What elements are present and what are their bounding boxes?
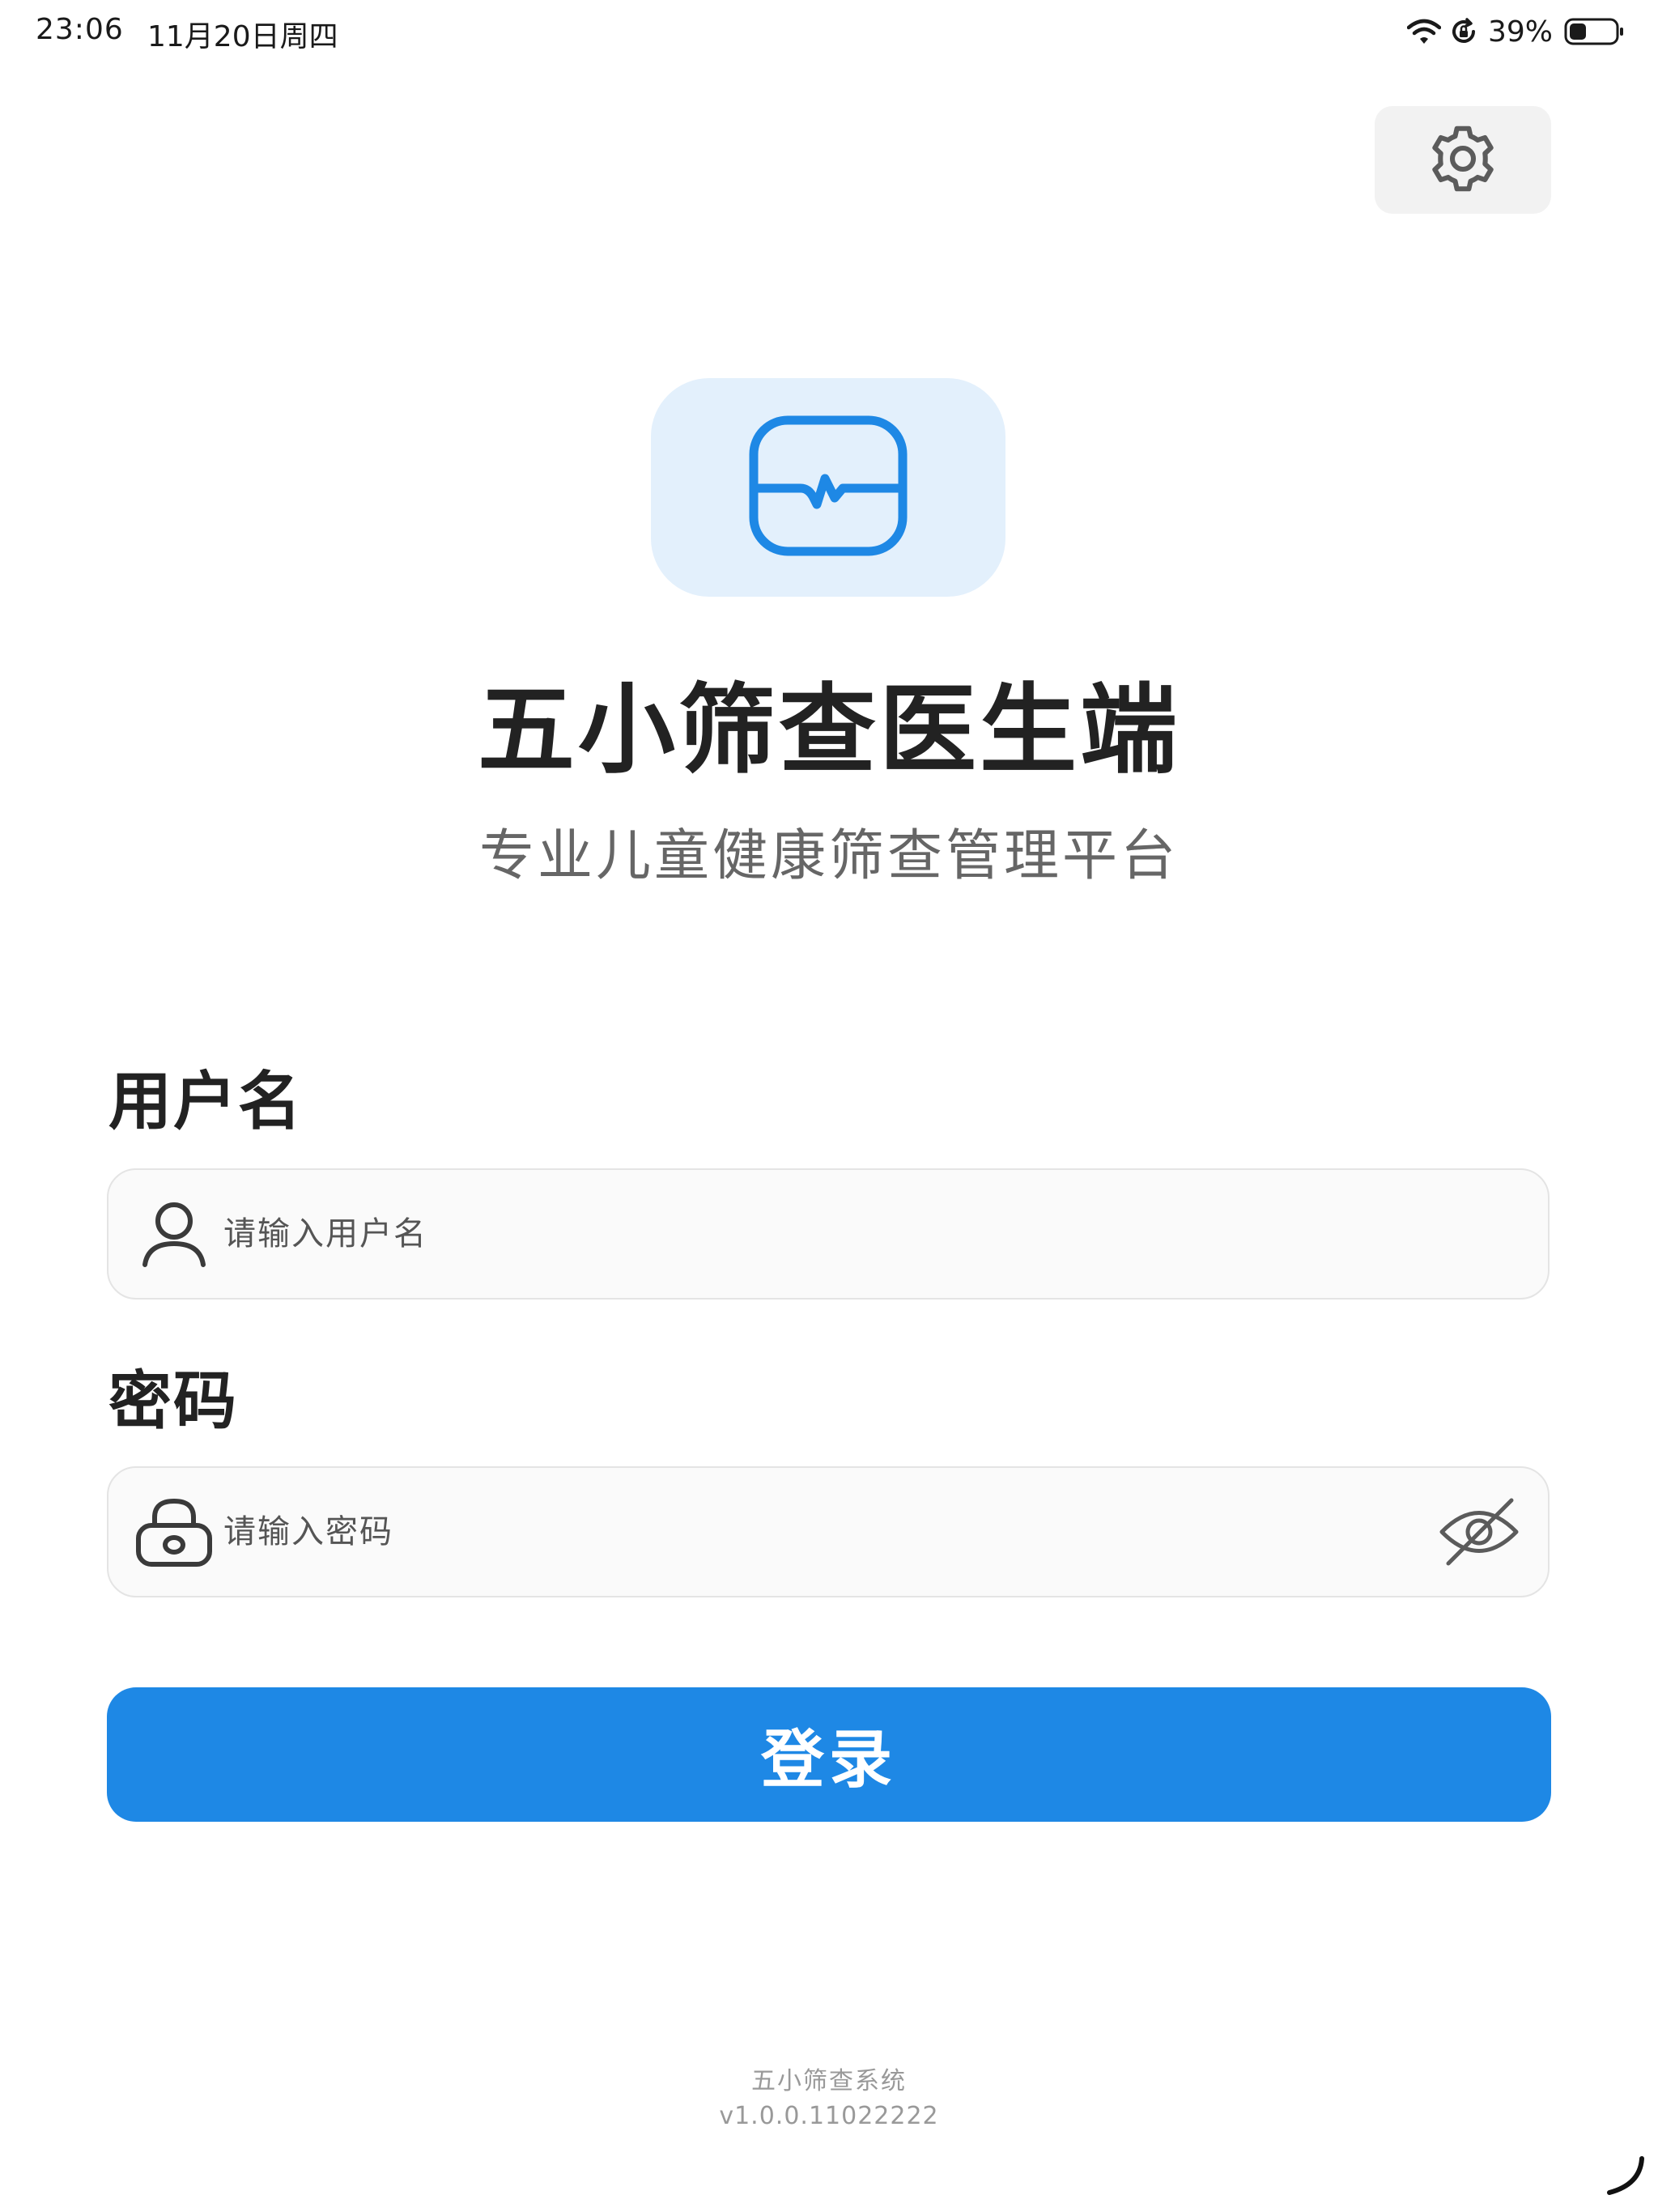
app-title: 五小筛查医生端 — [478, 674, 1180, 787]
app-logo — [651, 378, 1005, 597]
status-indicators: 39% — [1406, 11, 1626, 52]
heart-monitor-icon — [747, 414, 909, 561]
status-date: 11月20日周四 — [147, 20, 338, 53]
settings-button[interactable] — [1375, 106, 1551, 214]
wifi-icon — [1406, 18, 1441, 45]
password-field[interactable] — [107, 1466, 1550, 1597]
password-input[interactable] — [223, 1468, 1397, 1596]
battery-percentage: 39% — [1487, 15, 1553, 49]
lock-icon — [121, 1468, 227, 1596]
app-subtitle: 专业儿童健康筛查管理平台 — [478, 824, 1179, 888]
footer-version: v1.0.0.11022222 — [719, 2102, 939, 2130]
status-time: 23:06 — [36, 13, 124, 46]
password-label: 密码 — [108, 1365, 239, 1438]
login-button[interactable]: 登录 — [107, 1687, 1551, 1822]
rotation-lock-icon — [1449, 17, 1478, 46]
resize-handle-icon — [1603, 2154, 1647, 2201]
battery-icon — [1564, 18, 1626, 45]
footer-system-name: 五小筛查系统 — [751, 2067, 907, 2095]
user-icon — [121, 1170, 227, 1298]
gear-icon — [1421, 117, 1505, 204]
eye-slash-icon[interactable] — [1426, 1468, 1532, 1596]
username-field[interactable] — [107, 1168, 1550, 1300]
username-input[interactable] — [223, 1170, 1397, 1298]
status-bar: 23:06 11月20日周四 39% — [0, 0, 1658, 65]
username-label: 用户名 — [108, 1066, 304, 1138]
